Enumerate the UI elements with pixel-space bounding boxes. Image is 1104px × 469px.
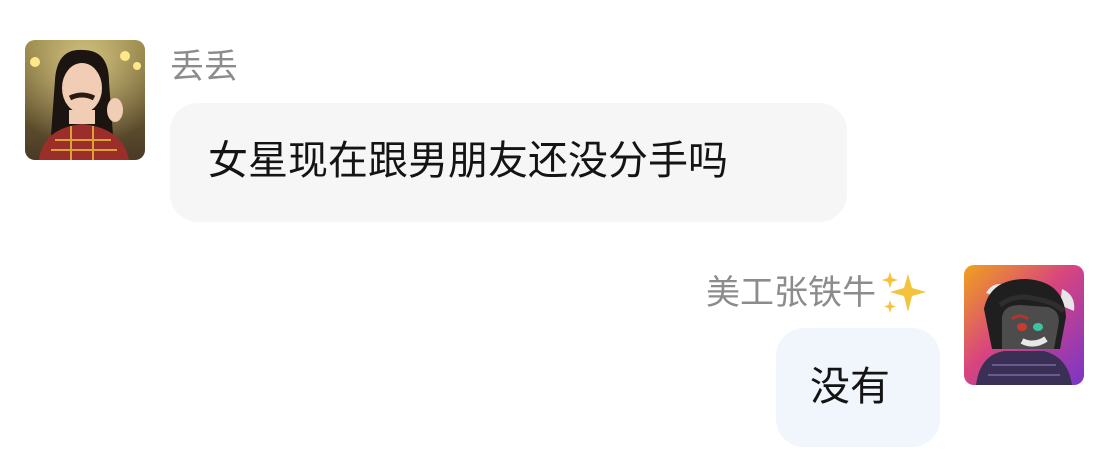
sender-name-left: 丢丢 xyxy=(170,47,238,87)
message-text-left: 女星现在跟男朋友还没分手吗 xyxy=(208,138,728,184)
message-text-right: 没有 xyxy=(810,364,890,410)
sender-avatar-left[interactable] xyxy=(25,40,145,160)
sender-avatar-right[interactable] xyxy=(964,265,1084,385)
message-bubble-left[interactable]: 女星现在跟男朋友还没分手吗 xyxy=(170,103,847,222)
sparkles-icon xyxy=(882,272,926,313)
message-bubble-right[interactable]: 没有 xyxy=(776,328,940,447)
sender-name-right: 美工张铁牛 xyxy=(706,273,876,313)
sender-name-row-right: 美工张铁牛 xyxy=(706,270,930,316)
portrait-image xyxy=(25,40,145,160)
cartoon-avatar-image xyxy=(964,265,1084,385)
